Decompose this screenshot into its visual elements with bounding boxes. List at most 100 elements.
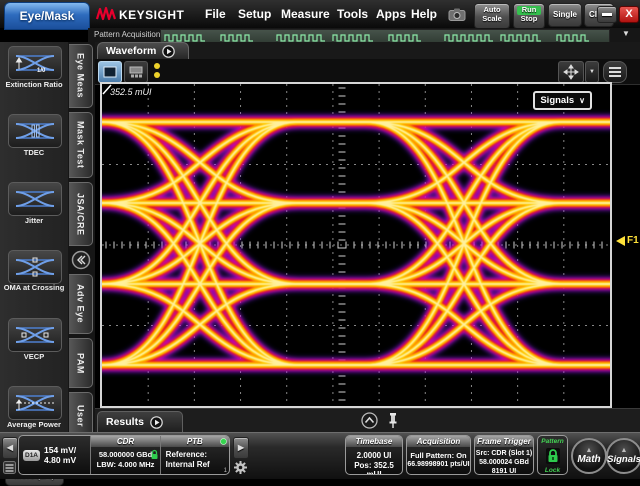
arrow-right-icon: ▶ [238,443,244,452]
title-bar: Eye/Mask KEYSIGHT File Setup Measure Too… [0,0,640,28]
tdec-button[interactable] [8,114,62,148]
tab-eye-meas[interactable]: Eye Meas [69,44,93,108]
minimize-icon: ▬ [602,8,612,19]
waveform-panel: Waveform [95,42,640,408]
acquisition-pattern-state: Full Pattern: On [407,450,470,461]
scroll-panels-right-button[interactable]: ▶ [233,437,249,459]
close-button[interactable]: X [619,6,639,23]
math-button[interactable]: ▲ Math [571,438,607,474]
timebase-position: Pos: 352.5 mUI [346,461,402,475]
measurement-sidebar: 1/0 Extinction Ratio TDEC Jitter OMA at … [0,42,68,432]
cdr-panel[interactable]: CDR 58.000000 GBd LBW: 4.000 MHz [90,436,159,474]
signals-dropdown[interactable]: Signals ∨ [533,91,592,110]
extinction-ratio-button[interactable]: 1/0 [8,46,62,80]
frame-trigger-source: Src: CDR (Slot 1) [475,449,533,458]
sidebar-item-label: Jitter [0,216,68,225]
results-tab[interactable]: Results [97,411,183,432]
pan-zoom-button[interactable] [558,61,584,83]
axis-arrow-icon [17,58,22,69]
single-button[interactable]: Single [548,3,582,27]
menu-setup[interactable]: Setup [238,7,271,21]
pattern-lock-indicator[interactable]: Pattern Lock [537,435,568,475]
sidebar-item-label: OMA at Crossing [0,283,68,292]
waveform-tab[interactable]: Waveform [97,42,189,59]
average-power-button[interactable] [8,386,62,420]
marker-dots-icon[interactable] [153,62,161,80]
channel-scale: 154 mV/ [44,445,76,455]
display-icon [103,66,117,78]
panel-list-button[interactable] [3,461,16,474]
cdr-title: CDR [91,436,159,447]
timebase-panel[interactable]: Timebase 2.0000 UI Pos: 352.5 mUI [345,435,403,475]
oma-at-crossing-button[interactable] [8,250,62,284]
menu-file[interactable]: File [205,7,226,21]
eye-diagram-plot[interactable]: 352.5 mUI Signals ∨ [100,82,612,408]
camera-icon[interactable] [448,8,466,21]
pin-icon [390,413,396,416]
pattern-lock-icon [545,447,561,465]
frame-trigger-title: Frame Trigger [475,436,533,447]
timebase-offset-readout: 352.5 mUI [110,87,152,97]
panel-page-indicator: 1 [224,468,227,474]
signals-button[interactable]: ▲ Signals [606,438,640,474]
sidebar-item-label: TDEC [0,148,68,157]
menu-measure[interactable]: Measure [281,7,330,21]
play-icon[interactable] [162,45,175,58]
channel-panel[interactable]: D1A 154 mV/4.80 mV [19,436,90,474]
sidebar-item-label: Extinction Ratio [0,80,68,89]
close-icon: X [625,8,632,20]
ptb-reference-label: Reference: [161,450,229,460]
pin-panel-button[interactable] [387,412,399,429]
waveform-tab-row: Waveform [95,42,640,60]
mode-tab-label: Eye/Mask [20,9,75,23]
menu-apps[interactable]: Apps [376,7,406,21]
ptb-panel[interactable]: PTB Reference: Internal Ref 1 [160,436,229,474]
run-stop-button[interactable]: Run Stop [513,3,545,29]
measurement-category-tabs: Eye Meas Mask Test JSA/CRE Adv Eye PAM U… [68,42,95,432]
jitter-button[interactable] [8,182,62,216]
arrow-left-icon: ◀ [7,443,13,452]
keysight-logo-icon [96,6,116,22]
menu-tools[interactable]: Tools [337,7,368,21]
play-icon[interactable] [150,416,163,429]
frame-trigger-rate: 58.000024 GBd [475,458,533,467]
mode-tab-eye-mask[interactable]: Eye/Mask [4,2,90,30]
arrow-up-icon: ▲ [586,447,593,454]
corner-tick-icon [102,84,114,96]
eye-display-button[interactable] [98,61,122,83]
auto-scale-button[interactable]: Auto Scale [474,3,510,29]
f1-function-marker[interactable]: F1 [616,235,639,246]
frame-trigger-panel[interactable]: Frame Trigger Src: CDR (Slot 1) 58.00002… [474,435,534,475]
one-zero-note: 1/0 [37,68,46,73]
pan-zoom-dropdown[interactable]: ▼ [585,61,599,83]
status-bar: ◀ D1A 154 mV/4.80 mV CDR 58.000000 GBd [0,432,640,479]
tab-mask-test[interactable]: Mask Test [69,112,93,178]
minimize-button[interactable]: ▬ [597,6,617,23]
timebase-title: Timebase [346,436,402,447]
scroll-panels-left-button[interactable]: ◀ [2,437,18,459]
channel-offset: 4.80 mV [44,455,76,465]
tab-adv-eye[interactable]: Adv Eye [69,274,93,334]
channel-badge: D1A [23,450,40,461]
tab-jsa-cre[interactable]: JSA/CRE [69,182,93,246]
measure-table-button[interactable] [124,61,148,83]
expand-results-button[interactable] [361,412,378,429]
settings-button[interactable] [233,460,248,475]
chevron-down-icon: ∨ [579,96,585,105]
marker-triangle-icon [616,236,625,246]
tab-pam[interactable]: PAM [69,338,93,388]
pattern-acquisition-bar: Pattern Acquisition (65%) ▼ [88,28,640,43]
frame-trigger-length: 8191 UI [475,467,533,475]
vecp-button[interactable] [8,318,62,352]
acqbar-caret-icon[interactable]: ▼ [622,29,630,38]
acquisition-panel[interactable]: Acquisition Full Pattern: On 66.98998901… [406,435,471,475]
pan-icon [563,64,579,80]
cdr-rate: 58.000000 GBd [99,450,152,459]
eye-diagram-graticule [102,84,610,406]
collapse-sidebar-button[interactable] [71,250,91,270]
pattern-lock-bottom-label: Lock [538,467,567,474]
flexdca-window: Eye/Mask KEYSIGHT File Setup Measure Too… [0,0,640,478]
menu-help[interactable]: Help [411,7,437,21]
cdr-lock-icon [150,449,159,460]
menu-button[interactable] [603,61,627,83]
